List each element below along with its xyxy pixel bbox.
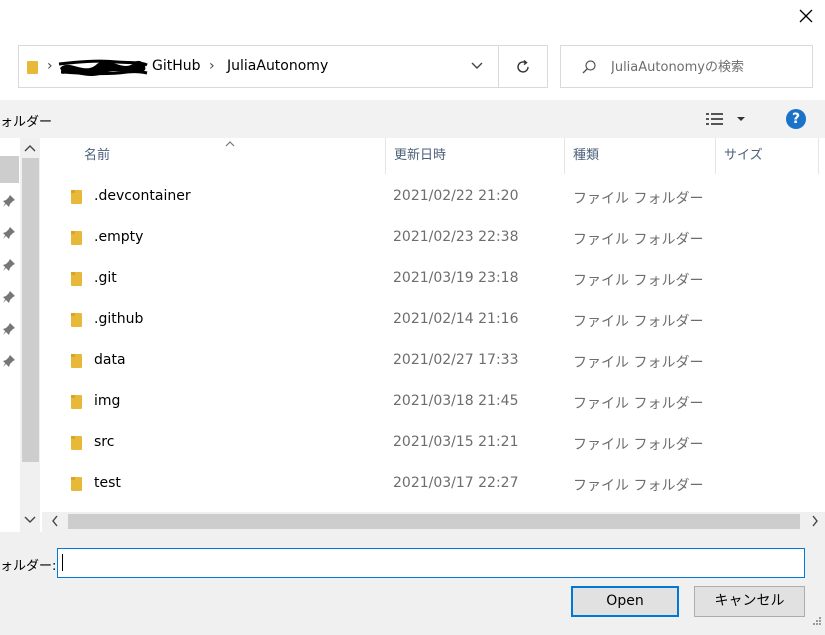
folder-icon	[71, 476, 83, 495]
column-header-size[interactable]: サイズ	[716, 138, 819, 174]
file-name: .github	[94, 311, 144, 327]
file-list: 名前 更新日時 種類 サイズ .devcontainer 2021/02/22 …	[42, 138, 825, 532]
file-name: .devcontainer	[94, 188, 191, 204]
file-name: .git	[94, 270, 117, 286]
close-button[interactable]	[786, 0, 825, 32]
cancel-button[interactable]: キャンセル	[694, 586, 805, 617]
help-icon: ?	[791, 111, 801, 127]
chevron-down-icon[interactable]	[471, 60, 483, 75]
file-date: 2021/02/27 17:33	[393, 352, 519, 368]
nav-selected-item[interactable]	[0, 156, 19, 183]
file-name: data	[94, 352, 126, 368]
search-input[interactable]	[611, 57, 806, 77]
scroll-left-icon[interactable]	[50, 514, 60, 532]
caret-down-icon	[737, 117, 745, 121]
folder-icon	[71, 189, 83, 208]
column-header-row: 名前 更新日時 種類 サイズ	[42, 138, 825, 174]
dialog-footer: ォルダー: Open キャンセル	[0, 532, 825, 635]
breadcrumb-separator-icon: ›	[47, 58, 53, 74]
new-folder-button[interactable]: ォルダー	[0, 111, 52, 130]
pin-icon	[2, 258, 18, 274]
pin-icon	[2, 194, 18, 210]
file-date: 2021/02/22 21:20	[393, 188, 519, 204]
scroll-right-icon[interactable]	[810, 514, 820, 532]
pin-icon	[2, 226, 18, 242]
folder-icon	[27, 60, 39, 78]
list-item[interactable]: .github 2021/02/14 21:16 ファイル フォルダー	[42, 299, 825, 340]
view-options-button[interactable]	[706, 109, 750, 129]
list-item[interactable]: data 2021/02/27 17:33 ファイル フォルダー	[42, 340, 825, 381]
nav-scrollbar-thumb[interactable]	[22, 158, 39, 462]
folder-icon	[71, 312, 83, 331]
file-type: ファイル フォルダー	[573, 314, 704, 330]
file-type: ファイル フォルダー	[573, 273, 704, 289]
close-icon	[799, 9, 812, 23]
horizontal-scrollbar[interactable]	[42, 512, 825, 532]
breadcrumb-item-github[interactable]: GitHub	[152, 58, 201, 74]
folder-picker-dialog: › GitHub › JuliaAutonomy JuliaAutonomyの検…	[0, 0, 825, 635]
pin-icon	[2, 354, 18, 370]
folder-icon	[71, 271, 83, 290]
file-date: 2021/03/17 22:27	[393, 475, 519, 491]
file-date: 2021/03/19 23:18	[393, 270, 519, 286]
file-name: .empty	[94, 229, 144, 245]
file-date: 2021/02/14 21:16	[393, 311, 519, 327]
scroll-down-icon[interactable]	[20, 514, 40, 530]
resize-grip-icon[interactable]	[810, 616, 822, 632]
column-header-type[interactable]: 種類	[565, 138, 716, 174]
folder-icon	[71, 394, 83, 413]
horizontal-scrollbar-thumb[interactable]	[68, 514, 800, 529]
file-date: 2021/02/23 22:38	[393, 229, 519, 245]
folder-icon	[71, 230, 83, 249]
file-type: ファイル フォルダー	[573, 478, 704, 494]
refresh-button[interactable]	[499, 45, 548, 88]
navigation-pane	[0, 138, 42, 532]
pin-icon	[2, 322, 18, 338]
file-type: ファイル フォルダー	[573, 355, 704, 371]
folder-name-input[interactable]	[57, 548, 805, 578]
folder-icon	[71, 353, 83, 372]
file-type: ファイル フォルダー	[573, 396, 704, 412]
redacted-path-segment	[57, 56, 149, 82]
list-item[interactable]: img 2021/03/18 21:45 ファイル フォルダー	[42, 381, 825, 422]
refresh-icon	[517, 59, 529, 73]
list-item[interactable]: .devcontainer 2021/02/22 21:20 ファイル フォルダ…	[42, 176, 825, 217]
list-item[interactable]: .empty 2021/02/23 22:38 ファイル フォルダー	[42, 217, 825, 258]
list-item[interactable]: .git 2021/03/19 23:18 ファイル フォルダー	[42, 258, 825, 299]
list-item[interactable]: test 2021/03/17 22:27 ファイル フォルダー	[42, 463, 825, 504]
help-button[interactable]: ?	[786, 109, 806, 129]
file-type: ファイル フォルダー	[573, 437, 704, 453]
details-view-icon	[706, 113, 723, 125]
folder-icon	[71, 435, 83, 454]
file-type: ファイル フォルダー	[573, 191, 704, 207]
file-date: 2021/03/18 21:45	[393, 393, 519, 409]
pin-icon	[2, 290, 18, 306]
folder-label: ォルダー:	[0, 559, 57, 574]
file-name: src	[94, 434, 115, 450]
text-caret	[62, 554, 63, 571]
list-item[interactable]: src 2021/03/15 21:21 ファイル フォルダー	[42, 422, 825, 463]
breadcrumb-separator-icon: ›	[209, 58, 215, 74]
search-icon	[581, 59, 597, 79]
column-header-name[interactable]: 名前	[76, 138, 386, 174]
search-box[interactable]	[560, 45, 813, 88]
toolbar: ォルダー	[0, 100, 825, 138]
column-header-date[interactable]: 更新日時	[385, 138, 565, 174]
open-button[interactable]: Open	[571, 586, 679, 617]
file-name: img	[94, 393, 121, 409]
scroll-up-icon[interactable]	[20, 142, 40, 158]
file-date: 2021/03/15 21:21	[393, 434, 519, 450]
file-type: ファイル フォルダー	[573, 232, 704, 248]
file-name: test	[94, 475, 121, 491]
address-bar[interactable]: › GitHub › JuliaAutonomy	[18, 45, 499, 88]
breadcrumb-item-juliaautonomy[interactable]: JuliaAutonomy	[227, 58, 328, 74]
